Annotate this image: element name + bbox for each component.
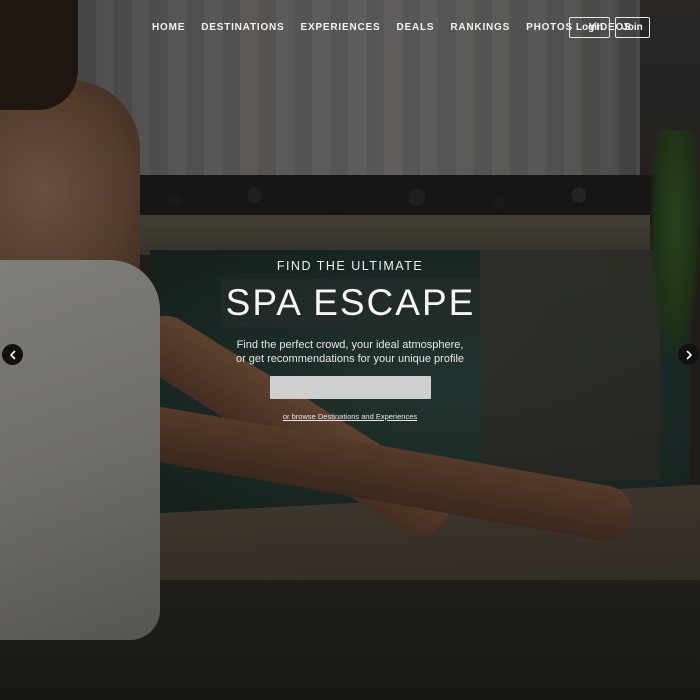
nav-item-home[interactable]: HOME <box>152 22 185 33</box>
carousel-next-button[interactable] <box>678 344 699 365</box>
nav-item-photos[interactable]: PHOTOS <box>526 22 573 33</box>
hero-subline-line-2: or get recommendations for your unique p… <box>235 353 465 365</box>
main-nav: HOME DESTINATIONS EXPERIENCES DEALS RANK… <box>152 17 632 37</box>
carousel-prev-button[interactable] <box>2 344 23 365</box>
hero-headline: SPA ESCAPE <box>225 282 476 323</box>
search-input[interactable] <box>270 376 431 399</box>
nav-item-destinations[interactable]: DESTINATIONS <box>201 22 284 33</box>
chevron-left-icon <box>9 350 15 359</box>
headline-box: SPA ESCAPE <box>221 279 480 327</box>
nav-item-experiences[interactable]: EXPERIENCES <box>301 22 381 33</box>
chevron-right-icon <box>686 350 692 359</box>
browse-destinations-link[interactable]: or browse Destinations and Experiences <box>283 412 417 421</box>
hero-subline: Find the perfect crowd, your ideal atmos… <box>0 338 700 366</box>
hero-subline-line-1: Find the perfect crowd, your ideal atmos… <box>236 339 464 351</box>
join-button[interactable]: Join <box>615 17 650 38</box>
hero-kicker: FIND THE ULTIMATE <box>276 259 424 273</box>
nav-item-deals[interactable]: DEALS <box>396 22 434 33</box>
login-button[interactable]: Login <box>569 17 610 38</box>
browse-link-container: or browse Destinations and Experiences <box>0 412 700 421</box>
auth-buttons: Login Join <box>569 17 650 38</box>
nav-item-rankings[interactable]: RANKINGS <box>450 22 510 33</box>
